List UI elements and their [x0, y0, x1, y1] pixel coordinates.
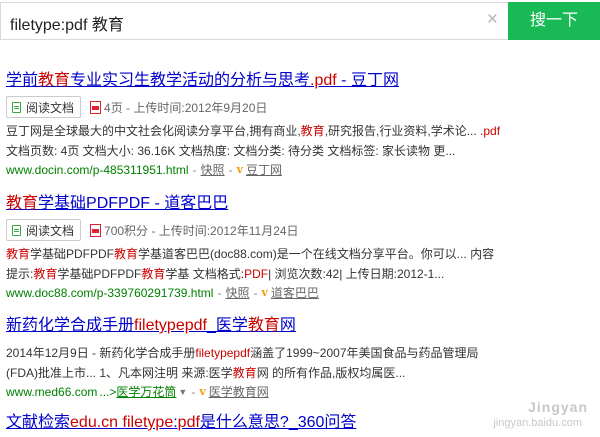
document-icon — [12, 101, 21, 113]
result-snippet: 教育学基础PDFPDF教育学基道客巴巴(doc88.com)是一个在线文档分享平… — [6, 247, 495, 261]
result-item: 学前教育专业实习生教学活动的分析与思考.pdf - 豆丁网 阅读文档 4页 - … — [6, 70, 586, 179]
result-item: 教育学基础PDFPDF - 道客巴巴 阅读文档 700积分 - 上传时间:201… — [6, 193, 586, 302]
result-url-line: www.docin.com/p-485311951.html - 快照 - v … — [6, 161, 282, 179]
result-snippet: 2014年12月9日 - 新药化学合成手册filetypepdf涵盖了1999~… — [6, 346, 479, 360]
breadcrumb-link[interactable]: 医学万花筒 — [116, 383, 176, 401]
snapshot-link[interactable]: 快照 — [201, 161, 225, 179]
result-item: 新药化学合成手册filetypepdf_医学教育网 2014年12月9日 - 新… — [6, 315, 586, 401]
result-url: www.docin.com/p-485311951.html — [6, 163, 189, 177]
verified-icon: v — [199, 385, 206, 398]
snapshot-link[interactable]: 快照 — [225, 284, 249, 302]
verified-icon: v — [236, 163, 243, 176]
result-snippet: 豆丁网是全球最大的中文社会化阅读分享平台,拥有商业,教育,研究报告,行业资料,学… — [6, 124, 501, 138]
result-title-link[interactable]: 教育学基础PDFPDF - 道客巴巴 — [6, 193, 586, 215]
result-meta: 阅读文档 700积分 - 上传时间:2012年11月24日 — [6, 219, 586, 241]
result-snippet: 文档页数: 4页 文档大小: 36.16K 文档热度: 文档分类: 待分类 文档… — [6, 144, 456, 158]
result-url: www.doc88.com/p-339760291739.html — [6, 286, 214, 300]
result-url-line: www.doc88.com/p-339760291739.html - 快照 -… — [6, 284, 319, 302]
result-url-line: www.med66.com ...> 医学万花筒 ▼ - v 医学教育网 — [6, 383, 269, 401]
result-url: www.med66.com — [6, 385, 98, 399]
result-snippet: 提示:教育学基础PDFPDF教育学基 文档格式:PDF| 浏览次数:42| 上传… — [6, 267, 445, 281]
result-meta-text: 4页 - 上传时间:2012年9月20日 — [104, 100, 268, 115]
result-url-more: ...> — [99, 385, 117, 399]
watermark-url: jingyan.baidu.com — [493, 417, 582, 429]
pdf-icon — [90, 223, 102, 237]
read-document-button[interactable]: 阅读文档 — [6, 96, 82, 118]
result-snippet: (FDA)批准上市... 1、凡本网注明 来源:医学教育网 的所有作品,版权均属… — [6, 366, 406, 380]
document-icon — [12, 224, 21, 236]
source-link[interactable]: 道客巴巴 — [271, 284, 319, 302]
results-list: 学前教育专业实习生教学活动的分析与思考.pdf - 豆丁网 阅读文档 4页 - … — [0, 0, 600, 437]
pdf-icon — [90, 100, 102, 114]
source-link[interactable]: 豆丁网 — [246, 161, 282, 179]
read-document-button[interactable]: 阅读文档 — [6, 219, 82, 241]
result-title-link[interactable]: 学前教育专业实习生教学活动的分析与思考.pdf - 豆丁网 — [6, 70, 586, 92]
source-link[interactable]: 医学教育网 — [209, 383, 269, 401]
dropdown-arrow-icon[interactable]: ▼ — [178, 383, 187, 401]
result-title-link[interactable]: 新药化学合成手册filetypepdf_医学教育网 — [6, 315, 586, 337]
result-meta: 阅读文档 4页 - 上传时间:2012年9月20日 — [6, 96, 586, 118]
verified-icon: v — [261, 286, 268, 299]
watermark-logo: Jingyan — [528, 399, 588, 415]
result-meta-text: 700积分 - 上传时间:2012年11月24日 — [104, 223, 299, 238]
